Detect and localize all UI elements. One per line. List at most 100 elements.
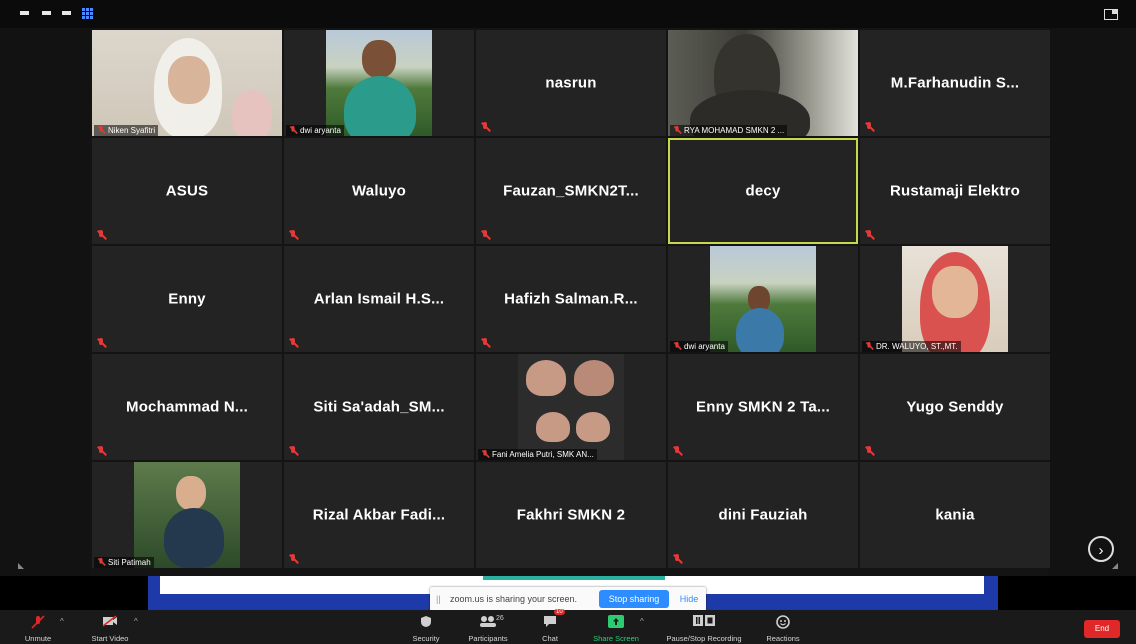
participants-icon — [480, 616, 496, 627]
participant-tile[interactable]: Yugo Senddy — [860, 354, 1050, 460]
right-margin — [1048, 28, 1136, 576]
shared-screen-accent — [483, 576, 665, 580]
participants-label: Participants — [468, 634, 508, 643]
muted-mic-icon — [864, 230, 874, 240]
participant-face — [362, 40, 396, 78]
muted-mic-icon — [673, 342, 681, 350]
participant-tile[interactable]: Enny — [92, 246, 282, 352]
active-speaker-tile[interactable]: decy — [668, 138, 858, 244]
security-button[interactable]: Security — [404, 610, 448, 644]
participant-name-label: Siti Patimah — [94, 557, 154, 568]
muted-mic-icon — [97, 126, 105, 134]
participant-shirt — [344, 76, 416, 136]
participant-tile[interactable]: Waluyo — [284, 138, 474, 244]
muted-mic-icon — [481, 450, 489, 458]
participant-tile[interactable]: Siti Patimah — [92, 462, 282, 568]
chat-icon — [544, 616, 556, 627]
participant-tile[interactable]: Rizal Akbar Fadi... — [284, 462, 474, 568]
participant-face — [176, 476, 206, 510]
participant-video — [134, 462, 240, 568]
participant-name: Enny SMKN 2 Ta... — [696, 398, 830, 416]
participant-tile[interactable]: Enny SMKN 2 Ta... — [668, 354, 858, 460]
chat-label: Chat — [542, 634, 558, 643]
record-button[interactable]: Pause/Stop Recording — [658, 610, 750, 644]
muted-mic-icon — [480, 338, 490, 348]
chat-badge: 10 — [554, 609, 565, 615]
participant-tile[interactable]: Fani Amelia Putri, SMK AN... — [476, 354, 666, 460]
unmute-label: Unmute — [24, 634, 52, 643]
muted-mic-icon — [480, 230, 490, 240]
muted-mic-icon — [864, 446, 874, 456]
participant-name-label: DR. WALUYO, ST.,MT. — [862, 341, 961, 352]
next-page-icon[interactable]: › — [1088, 536, 1114, 562]
participant-tile[interactable]: nasrun — [476, 30, 666, 136]
participant-face — [576, 412, 610, 442]
top-bar — [0, 0, 1136, 28]
participant-face — [932, 266, 978, 318]
participant-tile[interactable]: Mochammad N... — [92, 354, 282, 460]
participant-name-label: dwi aryanta — [670, 341, 728, 352]
share-screen-button[interactable]: Share Screen — [584, 610, 648, 644]
share-screen-label: Share Screen — [593, 634, 639, 643]
meeting-toolbar: Unmute ^ Start Video ^ Security 26 Parti… — [0, 609, 1136, 644]
participant-name: Hafizh Salman.R... — [504, 290, 638, 308]
participant-name: Rizal Akbar Fadi... — [312, 506, 446, 524]
gallery-view-icon[interactable] — [82, 8, 93, 19]
participant-shirt — [736, 308, 784, 352]
left-margin — [0, 28, 90, 576]
participant-tile[interactable]: Fauzan_SMKN2T... — [476, 138, 666, 244]
participant-tile[interactable]: Fakhri SMKN 2 — [476, 462, 666, 568]
reactions-button[interactable]: Reactions — [760, 610, 806, 644]
participant-name-label: RYA MOHAMAD SMKN 2 ... — [670, 125, 788, 136]
stop-sharing-button[interactable]: Stop sharing — [599, 590, 669, 608]
muted-mic-icon — [865, 342, 873, 350]
participant-video — [668, 30, 858, 136]
participant-tile[interactable]: dwi aryanta — [284, 30, 474, 136]
start-video-button[interactable]: Start Video — [82, 610, 138, 644]
participant-face — [526, 360, 566, 396]
participant-tile[interactable]: Rustamaji Elektro — [860, 138, 1050, 244]
participant-tile[interactable]: Arlan Ismail H.S... — [284, 246, 474, 352]
muted-mic-icon — [672, 554, 682, 564]
participant-tile[interactable]: dini Fauziah — [668, 462, 858, 568]
muted-mic-icon — [96, 338, 106, 348]
participant-tile[interactable]: M.Farhanudin S... — [860, 30, 1050, 136]
share-options-caret-icon[interactable]: ^ — [640, 617, 644, 626]
muted-mic-icon — [31, 615, 45, 629]
audio-options-caret-icon[interactable]: ^ — [60, 617, 64, 626]
muted-mic-icon — [97, 558, 105, 566]
muted-mic-icon — [288, 446, 298, 456]
participant-tile[interactable]: Hafizh Salman.R... — [476, 246, 666, 352]
end-meeting-button[interactable]: End — [1084, 620, 1120, 638]
participant-name-label: Fani Amelia Putri, SMK AN... — [478, 449, 597, 460]
muted-mic-icon — [96, 230, 106, 240]
participant-tile[interactable]: RYA MOHAMAD SMKN 2 ... — [668, 30, 858, 136]
participant-name-label: Niken Syafitri — [94, 125, 159, 136]
chat-button[interactable]: 10 Chat — [528, 609, 572, 644]
participant-tile[interactable]: dwi aryanta — [668, 246, 858, 352]
restore-icon[interactable] — [42, 11, 51, 15]
participant-tile[interactable]: Niken Syafitri — [92, 30, 282, 136]
participants-button[interactable]: 26 Participants — [460, 610, 516, 644]
minimize-icon[interactable] — [20, 11, 29, 15]
participant-name: dini Fauziah — [718, 506, 808, 524]
participant-tile[interactable]: ASUS — [92, 138, 282, 244]
share-screen-icon — [608, 615, 624, 628]
sharing-message: zoom.us is sharing your screen. — [450, 594, 578, 604]
hide-button[interactable]: Hide — [675, 590, 703, 608]
participant-tile[interactable]: Siti Sa'adah_SM... — [284, 354, 474, 460]
exit-fullscreen-icon[interactable] — [1104, 9, 1118, 20]
drag-handle-icon[interactable]: || — [436, 594, 441, 604]
participant-name: M.Farhanudin S... — [890, 74, 1020, 92]
participant-name: nasrun — [545, 74, 597, 92]
record-label: Pause/Stop Recording — [666, 634, 742, 643]
unmute-button[interactable]: Unmute — [16, 610, 60, 644]
participant-tile[interactable]: DR. WALUYO, ST.,MT. — [860, 246, 1050, 352]
participant-name: Arlan Ismail H.S... — [313, 290, 445, 308]
maximize-icon[interactable] — [62, 11, 71, 15]
participant-name: Yugo Senddy — [906, 398, 1004, 416]
video-options-caret-icon[interactable]: ^ — [134, 617, 138, 626]
participant-face — [168, 56, 210, 104]
participant-name: kania — [935, 506, 975, 524]
participant-tile[interactable]: kania — [860, 462, 1050, 568]
